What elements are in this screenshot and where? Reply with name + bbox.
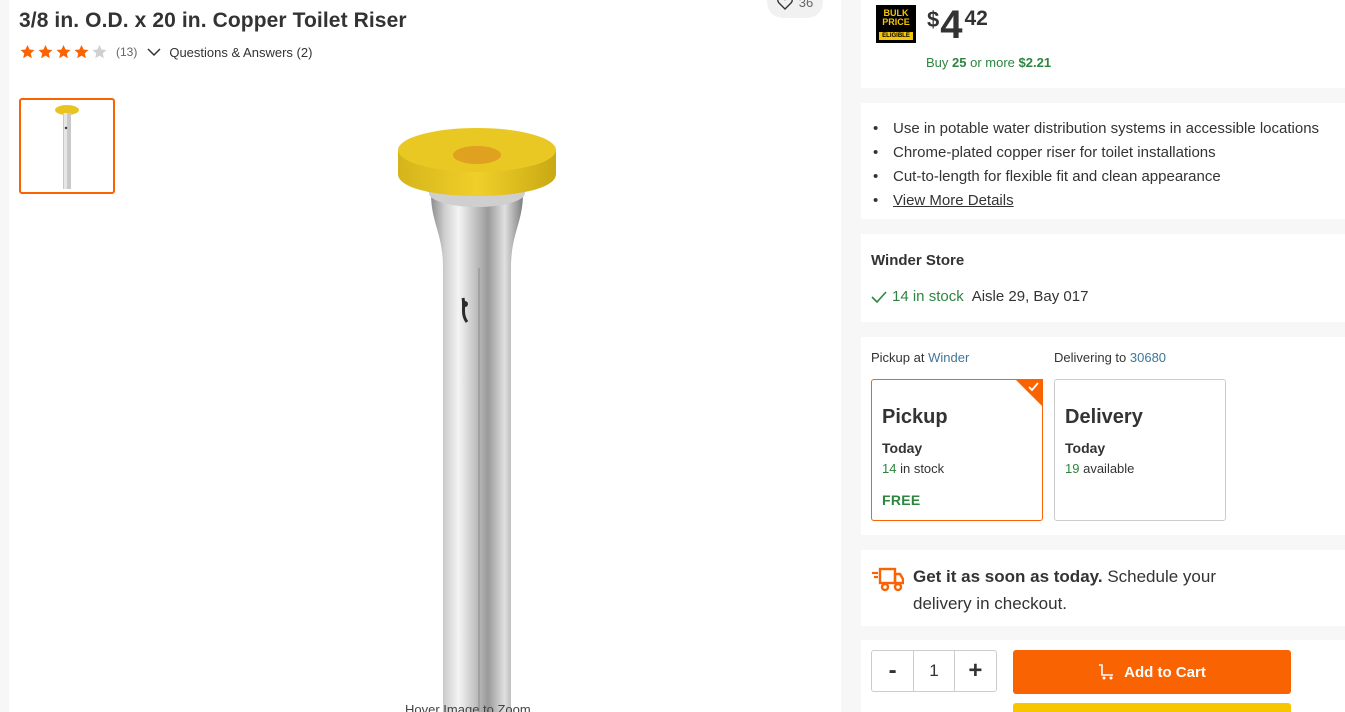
chevron-down-icon[interactable] xyxy=(146,44,162,60)
star-rating[interactable] xyxy=(19,44,108,60)
pickup-at-label: Pickup at Winder xyxy=(871,350,969,365)
delivery-stock-number: 19 xyxy=(1065,461,1080,476)
star-empty-icon xyxy=(92,45,107,59)
star-filled-icon xyxy=(56,45,71,59)
rating-row: (13) Questions & Answers (2) xyxy=(19,44,312,60)
heart-icon xyxy=(776,0,793,10)
increase-quantity-button[interactable]: + xyxy=(955,651,996,691)
product-title: 3/8 in. O.D. x 20 in. Copper Toilet Rise… xyxy=(19,9,407,32)
bulk-badge-line2: PRICE xyxy=(882,17,910,27)
star-filled-icon xyxy=(38,45,53,59)
delivery-day: Today xyxy=(1065,440,1106,456)
product-thumbnail[interactable] xyxy=(19,98,115,194)
highlight-item: Use in potable water distribution system… xyxy=(873,117,1319,141)
delivery-promo-bold: Get it as soon as today. xyxy=(913,567,1103,586)
store-card: Winder Store 14 in stock Aisle 29, Bay 0… xyxy=(861,234,1345,322)
hover-zoom-hint: Hover Image to Zoom xyxy=(405,702,531,712)
highlight-item: Cut-to-length for flexible fit and clean… xyxy=(873,165,1319,189)
delivery-option[interactable]: Delivery Today 19 available xyxy=(1054,379,1226,521)
pickup-stock-number: 14 xyxy=(882,461,897,476)
star-filled-icon xyxy=(74,45,89,59)
store-name: Winder Store xyxy=(871,252,965,269)
favorite-count: 36 xyxy=(798,0,814,10)
delivery-title: Delivery xyxy=(1065,406,1143,428)
cart-card: - 1 + Add to Cart xyxy=(861,640,1345,712)
cart-icon xyxy=(1099,664,1114,680)
riser-main-image[interactable] xyxy=(379,118,579,712)
highlight-item: Chrome-plated copper riser for toilet in… xyxy=(873,141,1319,165)
price-currency: $ xyxy=(927,7,940,32)
quantity-stepper: - 1 + xyxy=(871,650,997,692)
price-cents: 42 xyxy=(964,7,988,30)
add-to-cart-button[interactable]: Add to Cart xyxy=(1013,650,1291,694)
delivery-promo-text: Get it as soon as today. Schedule your d… xyxy=(913,563,1243,617)
price-dollars: 4 xyxy=(940,3,963,47)
store-stock-line: 14 in stock Aisle 29, Bay 017 xyxy=(871,288,1088,305)
questions-answers-link[interactable]: Questions & Answers (2) xyxy=(169,45,312,60)
pickup-day: Today xyxy=(882,440,923,456)
pickup-title: Pickup xyxy=(882,406,948,428)
highlights-card: Use in potable water distribution system… xyxy=(861,103,1345,219)
delivery-promo-card: Get it as soon as today. Schedule your d… xyxy=(861,550,1345,626)
price-card: BULK PRICE ELIGIBLE $ 4 42 Buy 25 or mor… xyxy=(861,0,1345,88)
bulk-qty: 25 xyxy=(952,55,967,70)
store-stock-count: 14 in stock xyxy=(892,288,964,305)
quantity-input[interactable]: 1 xyxy=(913,651,955,691)
fulfillment-card: Pickup at Winder Delivering to 30680 Pic… xyxy=(861,337,1345,535)
pickup-store-link[interactable]: Winder xyxy=(928,350,969,365)
favorite-button[interactable]: 36 xyxy=(767,0,823,18)
pickup-stock-text: in stock xyxy=(900,461,945,476)
product-price: $ 4 42 xyxy=(927,3,988,47)
pickup-fee: FREE xyxy=(882,492,921,508)
bulk-price: $2.21 xyxy=(1018,55,1052,70)
star-filled-icon xyxy=(20,45,35,59)
pickup-stock: 14 in stock xyxy=(882,461,944,476)
product-media-panel: 3/8 in. O.D. x 20 in. Copper Toilet Rise… xyxy=(9,0,841,712)
delivery-truck-icon xyxy=(872,567,904,592)
riser-thumbnail-image xyxy=(55,105,79,189)
check-icon xyxy=(871,290,887,303)
bulk-badge-eligible: ELIGIBLE xyxy=(879,32,913,40)
bulk-pricing-text: Buy 25 or more $2.21 xyxy=(926,55,1051,70)
review-count[interactable]: (13) xyxy=(116,45,137,59)
decrease-quantity-button[interactable]: - xyxy=(872,651,913,691)
pickup-option[interactable]: Pickup Today 14 in stock FREE xyxy=(871,379,1043,521)
delivering-to-label: Delivering to 30680 xyxy=(1054,350,1166,365)
add-to-cart-label: Add to Cart xyxy=(1124,663,1206,681)
delivering-to-text: Delivering to xyxy=(1054,350,1127,365)
delivery-stock-text: available xyxy=(1083,461,1135,476)
bulk-mid: or more xyxy=(970,55,1015,70)
bulk-price-badge: BULK PRICE ELIGIBLE xyxy=(876,5,916,43)
delivery-zip-link[interactable]: 30680 xyxy=(1130,350,1166,365)
delivery-stock: 19 available xyxy=(1065,461,1134,476)
highlights-list: Use in potable water distribution system… xyxy=(873,117,1319,213)
store-aisle-location: Aisle 29, Bay 017 xyxy=(971,288,1089,305)
pickup-at-text: Pickup at xyxy=(871,350,925,365)
view-more-details-item: View More Details xyxy=(873,189,1319,213)
view-more-details-link[interactable]: View More Details xyxy=(893,192,1014,209)
bulk-prefix: Buy xyxy=(926,55,949,70)
secondary-action-button[interactable] xyxy=(1013,703,1291,712)
selected-check-icon xyxy=(1015,379,1043,407)
